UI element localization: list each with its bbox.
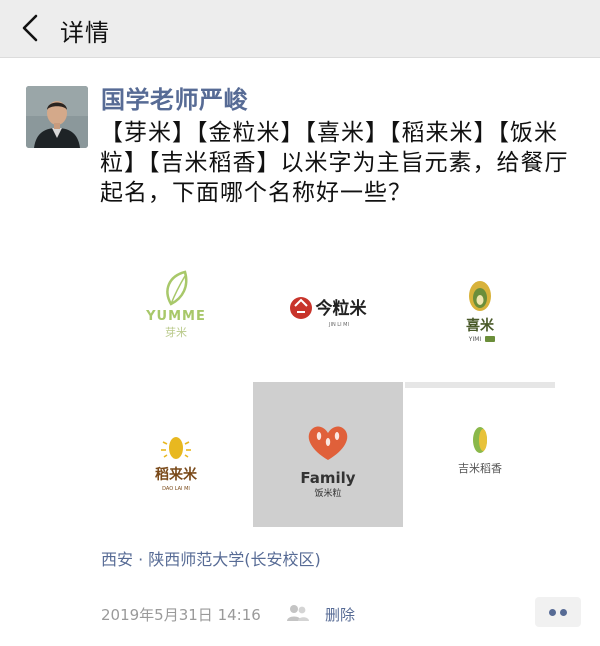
dots-icon bbox=[549, 609, 556, 616]
image-jinlimi[interactable]: 今粒米 JIN LI MI bbox=[253, 232, 403, 377]
daolaimi-logo-subtitle: DAO LAI MI bbox=[162, 486, 190, 492]
yumme-logo-subtitle: 芽米 bbox=[165, 325, 187, 339]
image-jimidaoxiang[interactable]: 吉米稻香 bbox=[405, 382, 555, 527]
delete-button[interactable]: 删除 bbox=[325, 604, 355, 625]
location-link[interactable]: 西安 · 陕西师范大学(长安校区) bbox=[101, 546, 321, 570]
post-text: 【芽米】【金粒米】【喜米】【稻来米】【饭米粒】【吉米稻香】以米字为主旨元素，给餐… bbox=[100, 120, 569, 206]
image-fanmili[interactable]: Family 饭米粒 bbox=[253, 382, 403, 527]
top-bar: 详情 bbox=[0, 0, 600, 58]
jinlimi-logo-text: 今粒米 bbox=[316, 298, 368, 319]
image-ximi[interactable]: 喜米 YIMI bbox=[405, 232, 555, 377]
fanmili-logo-text: Family bbox=[300, 469, 355, 487]
image-yumme[interactable]: YUMME 芽米 bbox=[101, 232, 251, 377]
ximi-logo-text: 喜米 bbox=[466, 317, 495, 334]
jinlimi-logo-subtitle: JIN LI MI bbox=[328, 322, 349, 328]
jimidaoxiang-logo-text: 吉米稻香 bbox=[458, 462, 502, 475]
image-grid: YUMME 芽米 今粒米 JIN LI MI 喜米 YIMI 稻来米 DAO L… bbox=[101, 232, 555, 528]
ximi-logo-subtitle: YIMI bbox=[468, 336, 482, 343]
fanmili-logo-subtitle: 饭米粒 bbox=[314, 487, 341, 499]
friends-icon bbox=[287, 605, 309, 621]
avatar-image bbox=[26, 86, 88, 148]
more-actions-button[interactable] bbox=[535, 597, 581, 627]
avatar[interactable] bbox=[26, 86, 88, 148]
page-title: 详情 bbox=[60, 19, 110, 47]
post-timestamp: 2019年5月31日 14:16 bbox=[101, 606, 261, 624]
yumme-logo-text: YUMME bbox=[145, 309, 206, 324]
back-button[interactable] bbox=[14, 10, 50, 46]
author-name[interactable]: 国学老师严峻 bbox=[101, 80, 248, 115]
chevron-left-icon bbox=[22, 14, 38, 42]
dots-icon bbox=[560, 609, 567, 616]
image-daolaimi[interactable]: 稻来米 DAO LAI MI bbox=[101, 382, 251, 527]
daolaimi-logo-text: 稻来米 bbox=[155, 466, 198, 483]
